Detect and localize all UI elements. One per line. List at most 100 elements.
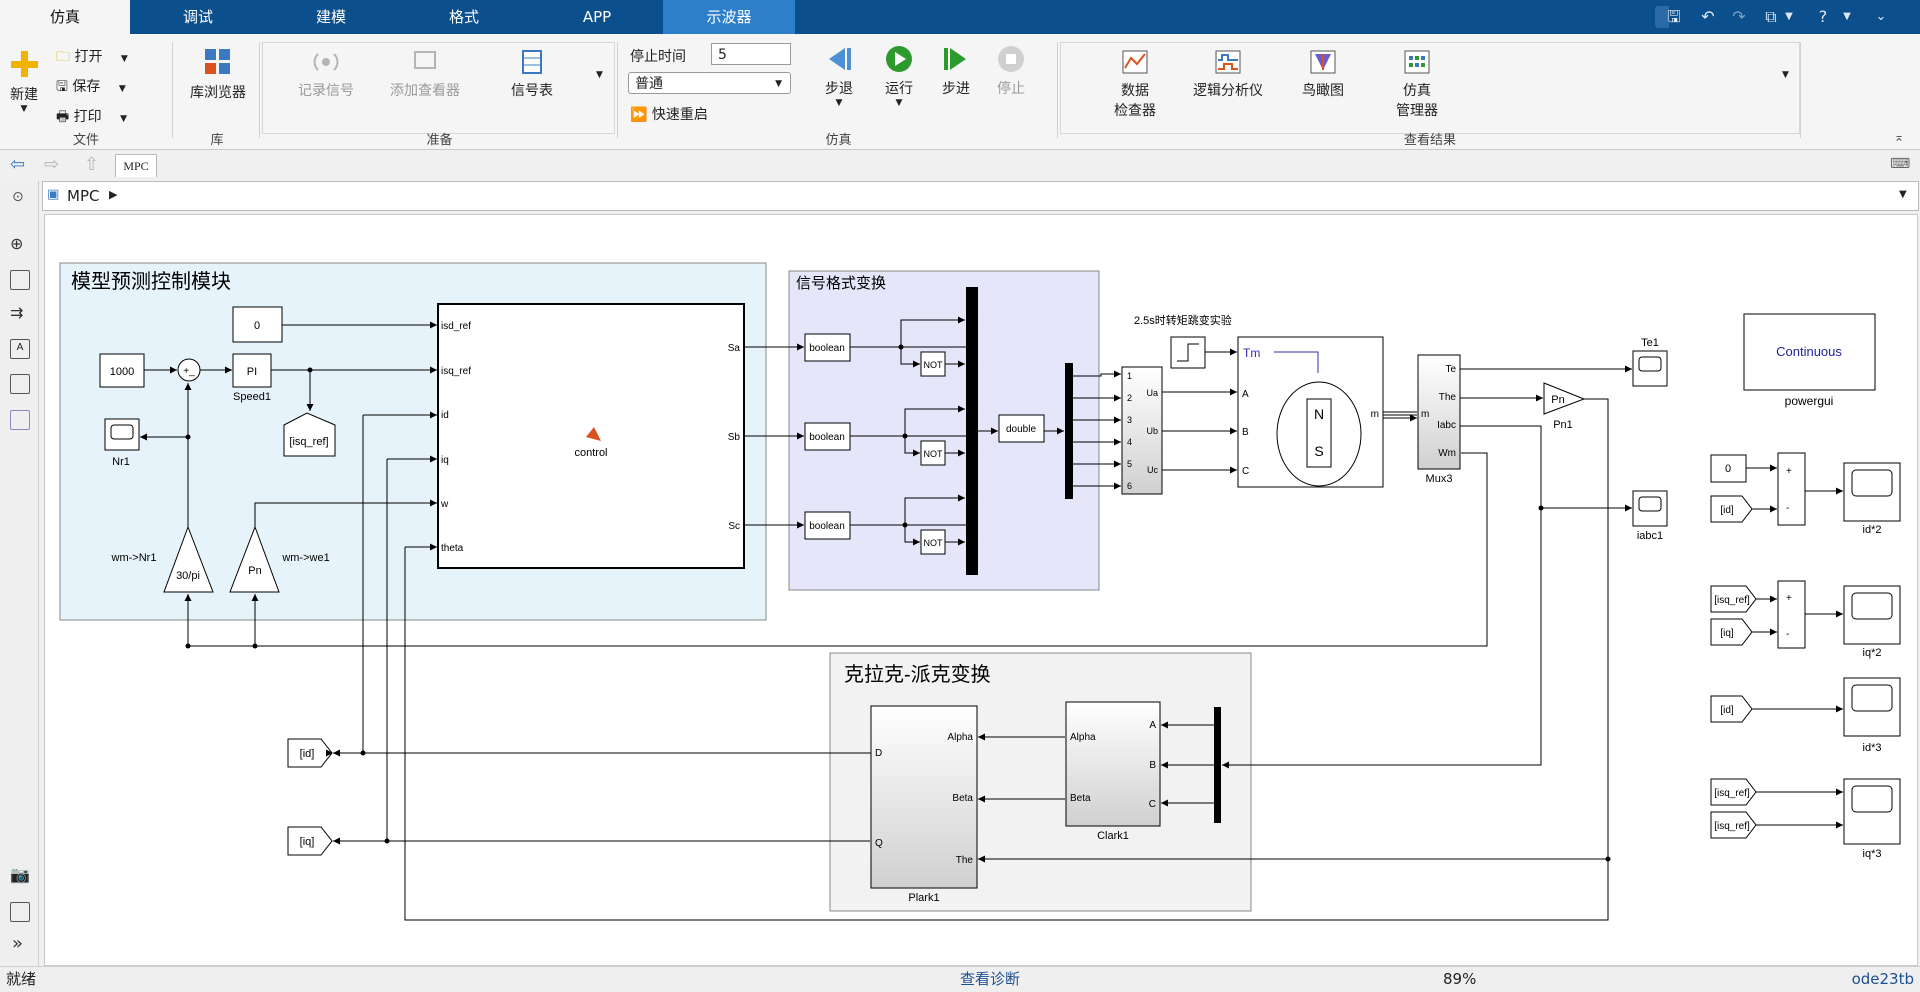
chevron-down-icon[interactable]: ▼ xyxy=(596,70,603,80)
fit-to-view-icon[interactable] xyxy=(10,270,30,290)
clark-transform-block[interactable] xyxy=(1065,701,1161,827)
port-label: A xyxy=(1149,720,1156,731)
group-file: 新建 ▼ 🗀 打开 ▼ 🖫 保存 ▼ 🖶 打印 ▼ 文件 xyxy=(0,42,173,148)
simulation-manager-button[interactable]: 仿真 管理器 xyxy=(1382,48,1452,120)
tab-modeling[interactable]: 建模 xyxy=(266,0,396,34)
port-label: Q xyxy=(875,838,883,849)
port-label: w xyxy=(440,499,449,510)
speed1-label: Speed1 xyxy=(233,391,271,403)
undo-icon[interactable]: ↶ xyxy=(1697,6,1719,28)
iabc1-label: iabc1 xyxy=(1637,530,1663,542)
sum-iq-block[interactable] xyxy=(1777,580,1806,649)
data-inspector-button[interactable]: 数据 检查器 xyxy=(1100,48,1170,120)
status-ready: 就绪 xyxy=(6,970,37,988)
folder-icon: 🗀 xyxy=(56,49,70,65)
simulation-mode-select[interactable]: 普通 ▼ xyxy=(628,72,791,94)
record-signal-button[interactable]: 记录信号 xyxy=(286,48,366,100)
from-isq-ref-label: [isq_ref] xyxy=(1714,821,1750,832)
chevron-right-icon[interactable]: ▶ xyxy=(109,188,117,201)
back-arrow-icon[interactable]: ⇦ xyxy=(10,154,25,175)
chevron-down-icon[interactable]: ▼ xyxy=(1782,6,1796,28)
tab-debug[interactable]: 调试 xyxy=(133,0,263,34)
group-simulate: 停止时间 5 普通 ▼ ⏩ 快速重启 步退 ▼ 运行 ▼ 步进 停止 仿真 xyxy=(620,42,1058,148)
tab-scope[interactable]: 示波器 xyxy=(663,0,795,34)
chevron-down-icon[interactable]: ▼ xyxy=(1840,6,1854,28)
chevron-down-icon[interactable]: ▼ xyxy=(1782,70,1789,80)
sum-id-block[interactable] xyxy=(1777,452,1806,526)
view-diagnostics-link[interactable]: 查看诊断 xyxy=(960,967,1020,992)
annotation-icon[interactable]: A xyxy=(10,339,30,359)
zoom-level[interactable]: 89% xyxy=(1443,967,1476,992)
step-back-button[interactable]: 步退 ▼ xyxy=(814,44,864,108)
scope-id3-label: id*3 xyxy=(1863,742,1882,754)
from-id-label: [id] xyxy=(1720,505,1734,516)
signal-table-button[interactable]: 信号表 xyxy=(492,48,572,100)
motor-tm-label: Tm xyxy=(1243,346,1260,360)
property-inspector-icon[interactable] xyxy=(10,902,30,922)
collapse-ribbon-icon[interactable]: ⌅ xyxy=(1894,130,1904,144)
chevron-down-icon[interactable]: ▼ xyxy=(1899,189,1907,200)
new-button[interactable]: 新建 ▼ xyxy=(4,48,44,114)
motor-n-label: N xyxy=(1314,406,1324,422)
port-label: 2 xyxy=(1127,393,1132,403)
model-tab[interactable]: MPC xyxy=(115,154,157,177)
print-button[interactable]: 🖶 打印 ▼ xyxy=(56,106,127,130)
port-label: m xyxy=(1371,409,1379,420)
demux-abc-bar[interactable] xyxy=(1214,707,1221,823)
camera-icon[interactable]: 📷 xyxy=(10,865,30,884)
redo-icon[interactable]: ↷ xyxy=(1728,6,1750,28)
fast-restart-icon: ⏩ xyxy=(630,107,648,123)
library-browser-button[interactable]: 库浏览器 xyxy=(183,46,253,102)
new-label: 新建 xyxy=(10,87,38,103)
mux-bar-6[interactable] xyxy=(966,287,978,575)
up-arrow-icon[interactable]: ⇧ xyxy=(84,154,99,175)
hide-browser-icon[interactable]: ⊙ xyxy=(12,189,24,205)
control-name-label: control xyxy=(574,447,607,459)
open-button[interactable]: 🗀 打开 ▼ xyxy=(56,46,128,70)
port-label: C xyxy=(1149,799,1156,810)
demux-bar[interactable] xyxy=(1065,363,1073,499)
run-button[interactable]: 运行 ▼ xyxy=(874,44,924,108)
save-button[interactable]: 🖫 保存 ▼ xyxy=(56,76,126,100)
save-icon[interactable]: 🖫 xyxy=(1663,6,1685,28)
library-browser-icon xyxy=(205,49,230,74)
expand-toolbar-icon[interactable]: » xyxy=(12,933,23,954)
step-forward-icon xyxy=(944,48,966,70)
port-label: Sb xyxy=(728,432,741,443)
simulink-diagram: 模型预测控制模块 信号格式变换 克拉克-派克变换 1000 +_ PI Spee… xyxy=(59,262,1901,921)
window-layout-icon[interactable]: ⧉ xyxy=(1760,6,1782,28)
help-icon[interactable]: ? xyxy=(1812,6,1834,28)
image-icon[interactable] xyxy=(10,374,30,394)
breadcrumb-item-mpc[interactable]: MPC xyxy=(67,187,99,205)
model-icon: ▣ xyxy=(47,187,60,202)
port-label: Uc xyxy=(1147,465,1158,475)
port-label: iq xyxy=(441,455,449,466)
port-label: theta xyxy=(441,543,464,554)
status-bar: 就绪 查看诊断 89% ode23tb xyxy=(0,966,1920,992)
mux3-label: Mux3 xyxy=(1426,473,1453,485)
powergui-text: Continuous xyxy=(1776,344,1842,359)
constant-1000-label: 1000 xyxy=(110,366,134,378)
area-icon[interactable] xyxy=(10,410,30,430)
tab-format[interactable]: 格式 xyxy=(399,0,529,34)
tab-list-icon[interactable]: ⌨ xyxy=(1890,156,1910,172)
stop-time-input[interactable]: 5 xyxy=(711,43,791,65)
port-label: Beta xyxy=(952,793,973,804)
new-icon xyxy=(11,51,38,77)
birds-eye-button[interactable]: 鸟瞰图 xyxy=(1288,48,1358,100)
fast-restart-button[interactable]: ⏩ 快速重启 xyxy=(630,104,708,124)
add-viewer-button[interactable]: 添加查看器 xyxy=(380,48,470,100)
stop-button[interactable]: 停止 xyxy=(986,44,1036,98)
step-forward-button[interactable]: 步进 xyxy=(931,44,981,98)
model-canvas[interactable]: 模型预测控制模块 信号格式变换 克拉克-派克变换 1000 +_ PI Spee… xyxy=(44,214,1918,966)
tab-simulation[interactable]: 仿真 xyxy=(0,0,130,34)
solver-link[interactable]: ode23tb xyxy=(1852,967,1914,992)
signal-direction-icon[interactable]: ⇉ xyxy=(10,303,23,322)
zoom-in-icon[interactable]: ⊕ xyxy=(10,234,23,253)
port-label: C xyxy=(1242,466,1249,477)
logic-analyzer-button[interactable]: 逻辑分析仪 xyxy=(1178,48,1278,100)
tab-app[interactable]: APP xyxy=(532,0,662,34)
forward-arrow-icon[interactable]: ⇨ xyxy=(44,154,59,175)
not-label: NOT xyxy=(924,449,944,459)
menu-icon[interactable]: ⌄ xyxy=(1870,6,1892,28)
